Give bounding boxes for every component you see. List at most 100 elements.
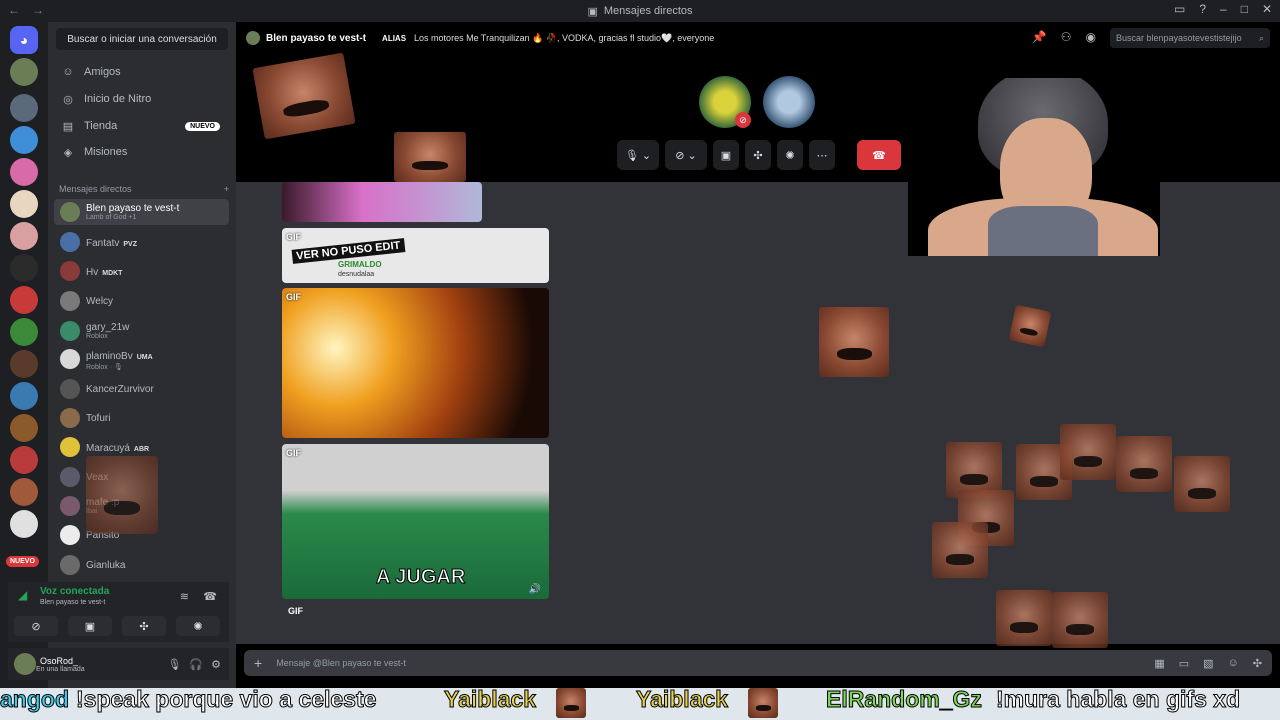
pin-icon[interactable]: 📌 <box>1032 30 1047 44</box>
dm-item[interactable]: Tofuri <box>54 405 229 431</box>
server-icon[interactable] <box>10 382 38 410</box>
face-sticker <box>1060 424 1116 480</box>
volume-icon[interactable]: 🔊 <box>529 584 541 595</box>
username: OsoRod_ <box>40 655 79 666</box>
conversation-search-button[interactable]: Buscar o iniciar una conversación <box>56 28 228 50</box>
screen-share-button[interactable]: ▣ <box>68 616 112 636</box>
gif-message[interactable]: GIF VER NO PUSO EDIT GRIMALDO desnudalaa <box>282 228 549 283</box>
gif-icon[interactable]: ▭ <box>1179 657 1189 670</box>
server-icon[interactable] <box>10 158 38 186</box>
server-icon[interactable] <box>10 318 38 346</box>
headphones-icon[interactable]: 🎧 <box>189 658 203 671</box>
server-icon[interactable] <box>10 414 38 442</box>
microphone-icon[interactable]: 🎙 <box>167 658 181 671</box>
clan-tag: PVZ <box>123 241 137 248</box>
server-icon[interactable] <box>10 190 38 218</box>
ticker-username: ElRandom_Gz <box>826 688 983 713</box>
help-icon[interactable]: ? <box>1199 2 1206 16</box>
soundboard-icon: ✺ <box>193 620 203 633</box>
gif-message[interactable]: GIF <box>282 288 549 438</box>
server-icon[interactable] <box>10 286 38 314</box>
nav-label: Misiones <box>84 146 128 158</box>
dm-name: Blen payaso te vest-t <box>86 202 180 214</box>
dm-item[interactable]: KancerZurvivor <box>54 376 229 402</box>
quests-icon: ◈ <box>63 146 73 159</box>
face-sticker <box>1174 456 1230 512</box>
server-icon[interactable] <box>10 94 38 122</box>
call-participant-avatar[interactable] <box>763 76 815 128</box>
camera-off-button[interactable]: ⊘ <box>14 616 58 636</box>
microphone-button[interactable]: 🎙 ⌄ <box>617 140 659 170</box>
activities-button[interactable]: ✣ <box>122 616 166 636</box>
apps-icon[interactable]: ✣ <box>1253 657 1262 670</box>
voice-panel: ◢ Voz conectada Blen payaso te vest-t ≋ … <box>8 582 229 642</box>
dm-item[interactable]: Hv MDKT <box>54 258 229 284</box>
forward-arrow-icon[interactable]: → <box>32 3 44 17</box>
channel-name: Blen payaso te vest-t <box>266 32 367 44</box>
gif-message[interactable] <box>282 182 482 222</box>
camera-button[interactable]: ⊘ ⌄ <box>665 140 707 170</box>
server-icon[interactable] <box>10 446 38 474</box>
create-dm-button[interactable]: + <box>224 184 229 194</box>
discord-home-icon[interactable]: ◕ <box>10 26 38 54</box>
dm-avatar <box>246 31 260 45</box>
nav-nitro[interactable]: ◎ Inicio de Nitro <box>56 87 228 111</box>
screen-share-button[interactable]: ▣ <box>713 140 739 170</box>
nav-label: Inicio de Nitro <box>84 93 152 105</box>
close-icon[interactable]: ✕ <box>1262 2 1272 16</box>
activities-button[interactable]: ✣ <box>745 140 771 170</box>
face-sticker <box>394 132 466 182</box>
soundboard-button[interactable]: ✺ <box>777 140 803 170</box>
server-icon[interactable] <box>10 478 38 506</box>
soundboard-button[interactable]: ✺ <box>176 616 220 636</box>
call-controls: 🎙 ⌄ ⊘ ⌄ ▣ ✣ ✺ ⋯ ☎ <box>617 140 901 170</box>
dm-item[interactable]: plaminoBv UMA Roblox · 🎙 <box>54 346 229 372</box>
avatar <box>60 408 80 428</box>
dm-activity: Roblox · 🎙 <box>86 364 123 371</box>
server-icon[interactable] <box>10 58 38 86</box>
emoji-icon[interactable]: ☺ <box>1228 657 1239 670</box>
nav-shop[interactable]: ▤ Tienda NUEVO <box>56 114 228 138</box>
nav-friends[interactable]: ☺ Amigos <box>56 60 228 84</box>
face-sticker <box>819 307 889 377</box>
dm-name: plaminoBv <box>86 351 133 362</box>
add-friend-icon[interactable]: ⚇ <box>1061 30 1072 44</box>
sticker-icon[interactable]: ▧ <box>1203 657 1213 670</box>
disconnect-icon[interactable]: ☎ <box>203 590 217 603</box>
minimize-icon[interactable]: – <box>1220 2 1227 16</box>
window-title: Mensajes directos <box>603 5 693 17</box>
voice-channel[interactable]: Blen payaso te vest-t <box>40 599 105 606</box>
more-button[interactable]: ⋯ <box>809 140 835 170</box>
dm-item[interactable]: gary_21w Roblox <box>54 318 229 344</box>
face-sticker <box>1008 304 1052 348</box>
dm-item[interactable]: Welcy <box>54 288 229 314</box>
server-icon[interactable] <box>10 222 38 250</box>
search-input[interactable]: Buscar blenpayasotevestistejijo ⌕ <box>1110 28 1270 48</box>
avatar[interactable] <box>14 653 36 675</box>
leave-call-button[interactable]: ☎ <box>857 140 901 170</box>
avatar <box>60 467 80 487</box>
dm-item[interactable]: Blen payaso te vest-t Lamb of God +1 <box>54 199 229 225</box>
new-badge: NUEVO <box>6 556 39 567</box>
gif-embed-sub: desnudalaa <box>338 271 375 278</box>
message-composer[interactable]: + Mensaje @Blen payaso te vest-t ▦ ▭ ▧ ☺… <box>244 650 1272 676</box>
server-icon[interactable] <box>10 126 38 154</box>
dm-item[interactable]: Gianluka <box>54 552 229 578</box>
hang-up-icon: ☎ <box>872 149 886 162</box>
dm-item[interactable]: Fantatv PVZ <box>54 229 229 255</box>
nav-quests[interactable]: ◈ Misiones <box>56 140 228 164</box>
dm-name: gary_21w <box>86 321 130 333</box>
noise-suppression-icon[interactable]: ≋ <box>180 590 189 603</box>
server-icon[interactable] <box>10 510 38 538</box>
back-arrow-icon[interactable]: ← <box>8 3 20 17</box>
add-attachment-icon[interactable]: + <box>254 655 262 671</box>
server-icon[interactable] <box>10 254 38 282</box>
gift-icon[interactable]: ▦ <box>1154 657 1164 670</box>
maximize-icon[interactable]: □ <box>1241 2 1248 16</box>
inbox-icon[interactable]: ▭ <box>1174 2 1185 16</box>
settings-gear-icon[interactable]: ⚙ <box>211 658 221 671</box>
server-icon[interactable] <box>10 350 38 378</box>
profile-icon[interactable]: ◉ <box>1086 30 1096 44</box>
gif-message[interactable]: GIF A JUGAR 🔊 <box>282 444 549 599</box>
clan-tag: MDKT <box>102 270 123 277</box>
